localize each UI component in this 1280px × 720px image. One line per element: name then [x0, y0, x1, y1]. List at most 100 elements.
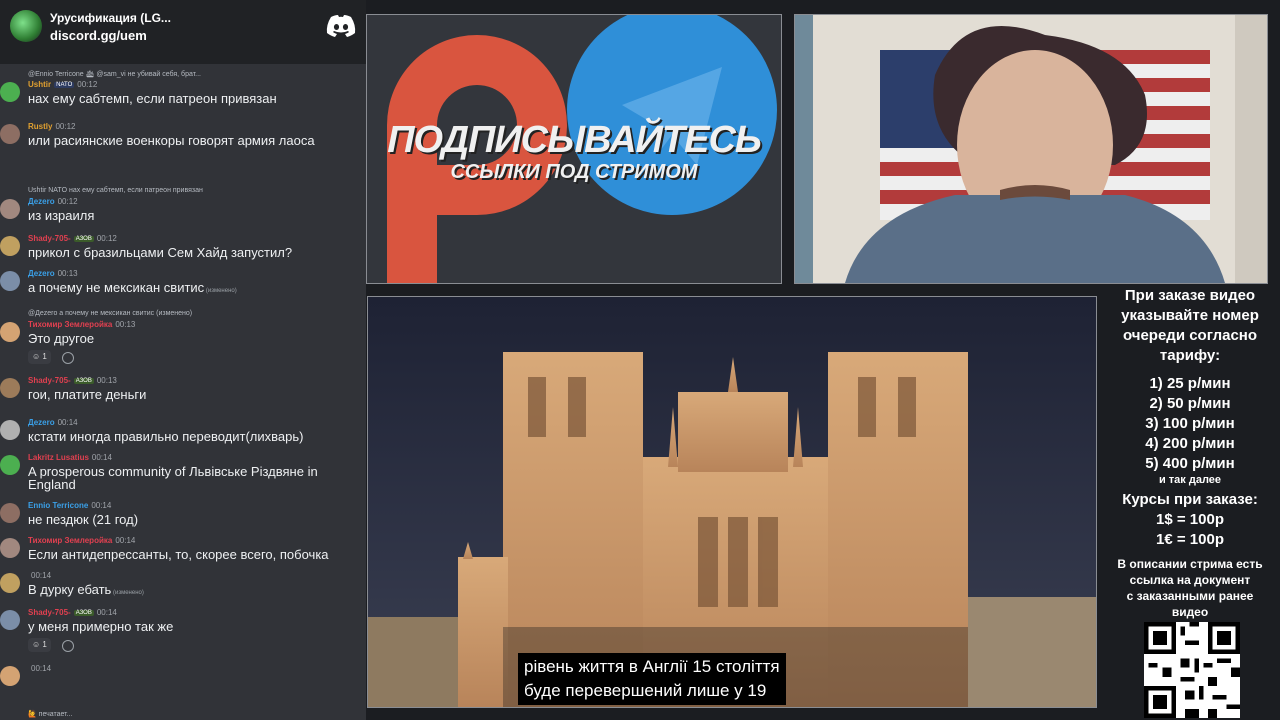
- avatar[interactable]: [0, 82, 20, 102]
- message-text: Это другое: [28, 331, 95, 346]
- avatar[interactable]: [0, 124, 20, 144]
- username[interactable]: Lakritz Lusatius: [28, 453, 89, 462]
- webcam-panel: [794, 14, 1268, 284]
- qr-code: [1144, 622, 1240, 718]
- avatar[interactable]: [0, 538, 20, 558]
- avatar[interactable]: [0, 236, 20, 256]
- message-text: England: [28, 477, 76, 492]
- role-badge: NATO: [54, 82, 75, 88]
- avatar[interactable]: [0, 378, 20, 398]
- username[interactable]: Ushtir: [28, 80, 51, 89]
- timestamp: 00:13: [115, 320, 136, 329]
- message-header: Ennio Terricone 00:14: [28, 501, 111, 510]
- add-reaction-icon[interactable]: [62, 352, 74, 364]
- username[interactable]: Дezero: [28, 269, 55, 278]
- timestamp: 00:13: [57, 269, 78, 278]
- username[interactable]: Дezero: [28, 197, 55, 206]
- promo-subtitle: ССЫЛКИ ПОД СТРИМОМ: [450, 161, 698, 183]
- desc-line-1: В описании стрима есть: [1117, 557, 1263, 571]
- cathedral-image: [368, 297, 1096, 707]
- timestamp: 00:12: [55, 122, 76, 131]
- message-header: Дezero 00:12: [28, 197, 78, 206]
- role-badge: АЗОВ: [73, 378, 94, 384]
- webcam-feed: [795, 15, 1267, 283]
- video-subtitle: рівень життя в Англії 15 століття буде п…: [518, 653, 786, 705]
- message-header: 00:14: [28, 571, 51, 580]
- message-text: кстати иногда правильно переводит(лихвар…: [28, 429, 304, 444]
- edited-label: (изменено): [204, 288, 237, 294]
- desc-line-3: с заказанными ранее: [1126, 589, 1254, 603]
- username[interactable]: Shady-705-: [28, 608, 71, 617]
- avatar[interactable]: [0, 573, 20, 593]
- message-header: Дezero 00:14: [28, 418, 78, 427]
- message-header: Дezero 00:13: [28, 269, 78, 278]
- message-header: Тихомир Землеройка 00:13: [28, 320, 135, 329]
- message-header: Rustly 00:12: [28, 122, 75, 131]
- timestamp: 00:14: [115, 536, 136, 545]
- message-text: или расиянские военкоры говорят армия ла…: [28, 133, 315, 148]
- price-tier-5: 5) 400 р/мин: [1145, 455, 1235, 472]
- reply-preview[interactable]: Ushtir NATO нах ему сабтемп, если патрео…: [28, 187, 203, 194]
- server-name: Урусификация (LG...: [50, 11, 171, 25]
- price-intro-4: тарифу:: [1159, 347, 1221, 364]
- avatar[interactable]: [0, 455, 20, 475]
- price-etc: и так далее: [1158, 474, 1222, 486]
- server-icon: [10, 10, 42, 42]
- timestamp: 00:13: [96, 376, 117, 385]
- pricing-panel: При заказе видео указывайте номер очеред…: [1100, 284, 1280, 720]
- price-tier-4: 4) 200 р/мин: [1145, 435, 1235, 452]
- username[interactable]: Shady-705-: [28, 376, 71, 385]
- avatar[interactable]: [0, 666, 20, 686]
- reaction-chip[interactable]: ☺ 1: [28, 350, 51, 364]
- avatar[interactable]: [0, 420, 20, 440]
- message-header: 00:14: [28, 664, 51, 673]
- username[interactable]: Ennio Terricone: [28, 501, 88, 510]
- username[interactable]: Тихомир Землеройка: [28, 536, 112, 545]
- message-text: гои, платите деньги: [28, 387, 147, 402]
- message-text: В дурку ебать (изменено): [28, 582, 144, 597]
- reply-preview[interactable]: @Ennio Terricone 🛳 @sam_vi не убивай себ…: [28, 70, 201, 78]
- avatar[interactable]: [0, 271, 20, 291]
- timestamp: 00:14: [91, 501, 112, 510]
- discord-icon: [326, 15, 356, 37]
- promo-title: ПОДПИСЫВАЙТЕСЬ: [387, 119, 762, 161]
- username[interactable]: Дezero: [28, 418, 55, 427]
- typing-indicator: 🙋 печатает...: [28, 711, 73, 718]
- message-header: Lakritz Lusatius 00:14: [28, 453, 112, 462]
- message-list[interactable]: @Ennio Terricone 🛳 @sam_vi не убивай себ…: [0, 68, 366, 720]
- username[interactable]: Shady-705-: [28, 234, 71, 243]
- rate-eur: 1€ = 100р: [1156, 531, 1224, 548]
- message-text: Если антидепрессанты, то, скорее всего, …: [28, 547, 329, 562]
- avatar[interactable]: [0, 503, 20, 523]
- server-header: Урусификация (LG... discord.gg/uem: [0, 0, 366, 64]
- username[interactable]: Rustly: [28, 122, 52, 131]
- edited-label: (изменено): [111, 590, 144, 596]
- discord-chat-panel: Урусификация (LG... discord.gg/uem @Enni…: [0, 0, 366, 720]
- price-intro-1: При заказе видео: [1124, 287, 1256, 304]
- timestamp: 00:14: [96, 608, 117, 617]
- avatar[interactable]: [0, 199, 20, 219]
- price-tier-3: 3) 100 р/мин: [1145, 415, 1235, 432]
- avatar[interactable]: [0, 322, 20, 342]
- server-invite: discord.gg/uem: [50, 28, 147, 43]
- reaction-chip[interactable]: ☺ 1: [28, 638, 51, 652]
- message-text: не пездюк (21 год): [28, 512, 139, 527]
- message-header: Shady-705- АЗОВ 00:14: [28, 608, 117, 617]
- price-intro-2: указывайте номер: [1121, 307, 1259, 324]
- subtitle-line-2: буде перевершений лише у 19: [524, 681, 767, 700]
- video-player-panel: рівень життя в Англії 15 століття буде п…: [367, 296, 1097, 708]
- price-tier-1: 1) 25 р/мин: [1149, 375, 1231, 392]
- avatar[interactable]: [0, 610, 20, 630]
- message-text: у меня примерно так же: [28, 619, 174, 634]
- message-text: прикол с бразильцами Сем Хайд запустил?: [28, 245, 293, 260]
- timestamp: 00:12: [57, 197, 78, 206]
- subtitle-line-1: рівень життя в Англії 15 століття: [524, 657, 780, 676]
- add-reaction-icon[interactable]: [62, 640, 74, 652]
- message-text: из израиля: [28, 208, 95, 223]
- rate-usd: 1$ = 100р: [1156, 511, 1224, 528]
- role-badge: АЗОВ: [73, 610, 94, 616]
- reply-preview[interactable]: @Дezero а почему не мексикан свитис (изм…: [28, 310, 192, 317]
- message-header: Shady-705- АЗОВ 00:12: [28, 234, 117, 243]
- username[interactable]: Тихомир Землеройка: [28, 320, 112, 329]
- desc-line-2: ссылка на документ: [1129, 573, 1251, 587]
